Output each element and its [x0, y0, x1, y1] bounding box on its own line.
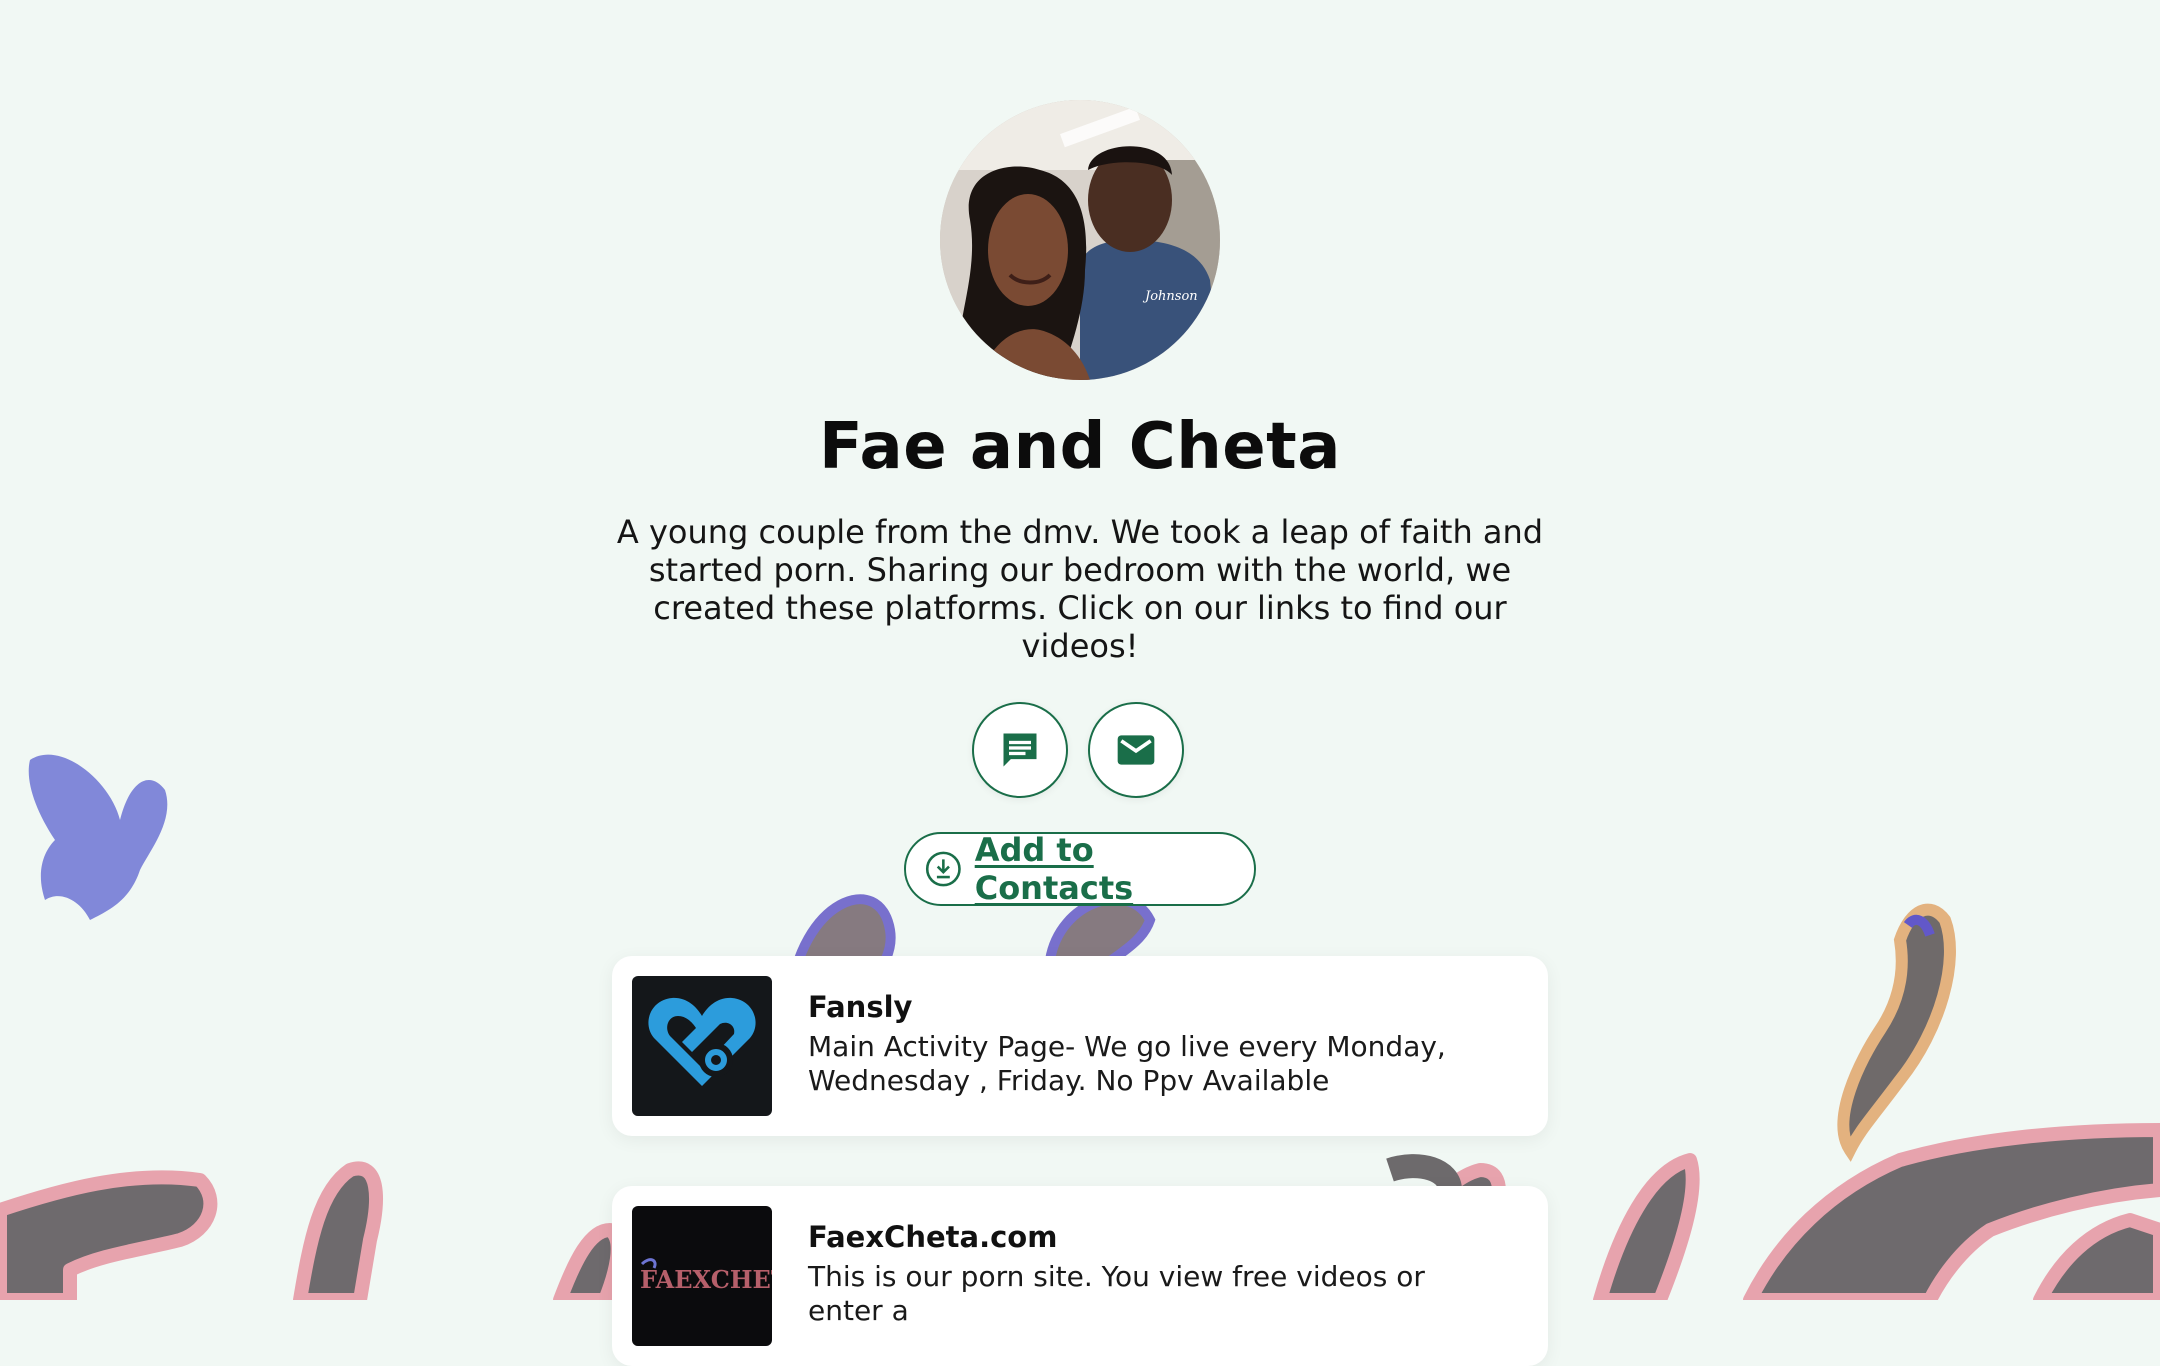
link-card-faexcheta[interactable]: FAEXCHETA FaexCheta.com This is our porn… — [612, 1186, 1548, 1366]
faexcheta-logo: FAEXCHETA — [632, 1206, 772, 1346]
link-title: FaexCheta.com — [808, 1220, 1058, 1254]
chat-bubble-icon — [1003, 733, 1037, 767]
profile-page: Johnson Fae and Cheta A young couple fro… — [0, 0, 2160, 1366]
shirt-text: Johnson — [1142, 289, 1198, 304]
link-description: This is our porn site. You view free vid… — [808, 1260, 1425, 1327]
fansly-logo — [632, 976, 772, 1116]
add-to-contacts-label: Add to Contacts — [974, 831, 1134, 907]
link-title: Fansly — [808, 990, 913, 1024]
add-to-contacts-button[interactable]: Add to Contacts — [904, 831, 1256, 907]
download-circle-icon — [925, 851, 961, 887]
envelope-icon — [1117, 735, 1155, 765]
link-card-fansly[interactable]: Fansly Main Activity Page- We go live ev… — [612, 956, 1548, 1136]
link-description: Main Activity Page- We go live every Mon… — [808, 1030, 1446, 1097]
sms-button[interactable] — [972, 702, 1068, 798]
profile-bio: A young couple from the dmv. We took a l… — [616, 513, 1544, 665]
profile-name: Fae and Cheta — [819, 410, 1341, 484]
svg-text:FAEXCHETA: FAEXCHETA — [640, 1265, 772, 1294]
email-button[interactable] — [1088, 702, 1184, 798]
avatar-photo: Johnson — [940, 100, 1220, 380]
profile-avatar: Johnson — [940, 100, 1220, 380]
